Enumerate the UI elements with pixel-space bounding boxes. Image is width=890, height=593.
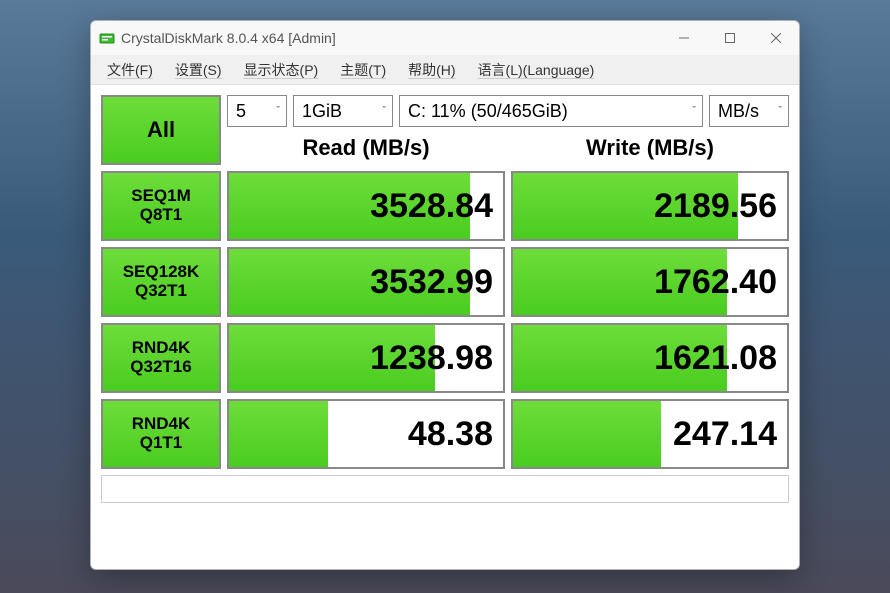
window-title: CrystalDiskMark 8.0.4 x64 [Admin]	[121, 30, 661, 46]
chevron-down-icon: ˇ	[778, 105, 782, 117]
test-button-2[interactable]: RND4KQ32T16	[101, 323, 221, 393]
menu-file[interactable]: 文件(F)	[99, 56, 161, 84]
unit-value: MB/s	[718, 101, 759, 122]
test-label-line1: SEQ128K	[123, 263, 200, 282]
result-value: 1762.40	[654, 263, 777, 302]
result-value: 3532.99	[370, 263, 493, 302]
chevron-down-icon: ˇ	[382, 105, 386, 117]
result-read-0: 3528.84	[227, 171, 505, 241]
test-label-line2: Q8T1	[140, 206, 183, 225]
result-value: 1621.08	[654, 339, 777, 378]
test-count-value: 5	[236, 101, 246, 122]
menu-language[interactable]: 语言(L)(Language)	[470, 56, 603, 84]
result-read-2: 1238.98	[227, 323, 505, 393]
test-button-0[interactable]: SEQ1MQ8T1	[101, 171, 221, 241]
status-bar	[101, 475, 789, 503]
result-write-2: 1621.08	[511, 323, 789, 393]
content-area: All 5 ˇ 1GiB ˇ C: 11% (50/465GiB) ˇ	[91, 85, 799, 569]
titlebar: CrystalDiskMark 8.0.4 x64 [Admin]	[91, 21, 799, 55]
result-bar	[229, 401, 328, 467]
target-drive-select[interactable]: C: 11% (50/465GiB) ˇ	[399, 95, 703, 127]
minimize-button[interactable]	[661, 21, 707, 55]
close-button[interactable]	[753, 21, 799, 55]
result-read-3: 48.38	[227, 399, 505, 469]
test-button-1[interactable]: SEQ128KQ32T1	[101, 247, 221, 317]
result-value: 247.14	[673, 415, 777, 454]
test-count-select[interactable]: 5 ˇ	[227, 95, 287, 127]
window-controls	[661, 21, 799, 55]
test-label-line1: RND4K	[132, 415, 191, 434]
test-size-select[interactable]: 1GiB ˇ	[293, 95, 393, 127]
test-label-line2: Q32T1	[135, 282, 187, 301]
run-all-label: All	[147, 117, 175, 143]
menu-theme[interactable]: 主题(T)	[332, 56, 394, 84]
result-value: 48.38	[408, 415, 493, 454]
result-value: 3528.84	[370, 187, 493, 226]
result-write-0: 2189.56	[511, 171, 789, 241]
target-drive-value: C: 11% (50/465GiB)	[408, 101, 568, 122]
test-label-line2: Q1T1	[140, 434, 183, 453]
result-read-1: 3532.99	[227, 247, 505, 317]
result-value: 2189.56	[654, 187, 777, 226]
app-window: CrystalDiskMark 8.0.4 x64 [Admin] 文件(F) …	[90, 20, 800, 570]
menu-settings[interactable]: 设置(S)	[167, 56, 230, 84]
run-all-button[interactable]: All	[101, 95, 221, 165]
test-button-3[interactable]: RND4KQ1T1	[101, 399, 221, 469]
unit-select[interactable]: MB/s ˇ	[709, 95, 789, 127]
controls-row: All 5 ˇ 1GiB ˇ C: 11% (50/465GiB) ˇ	[101, 95, 789, 165]
test-label-line2: Q32T16	[130, 358, 191, 377]
result-bar	[513, 401, 661, 467]
test-label-line1: RND4K	[132, 339, 191, 358]
test-size-value: 1GiB	[302, 101, 342, 122]
menu-help[interactable]: 帮助(H)	[400, 56, 463, 84]
results-grid: SEQ1MQ8T1 3528.84 2189.56 SEQ128KQ32T1 3532.…	[101, 171, 789, 469]
menu-show-state[interactable]: 显示状态(P)	[236, 56, 327, 84]
chevron-down-icon: ˇ	[692, 105, 696, 117]
result-value: 1238.98	[370, 339, 493, 378]
header-read: Read (MB/s)	[227, 135, 505, 161]
result-write-1: 1762.40	[511, 247, 789, 317]
test-label-line1: SEQ1M	[131, 187, 191, 206]
menubar: 文件(F) 设置(S) 显示状态(P) 主题(T) 帮助(H) 语言(L)(La…	[91, 55, 799, 85]
app-icon	[99, 30, 115, 46]
maximize-button[interactable]	[707, 21, 753, 55]
header-write: Write (MB/s)	[511, 135, 789, 161]
result-write-3: 247.14	[511, 399, 789, 469]
chevron-down-icon: ˇ	[276, 105, 280, 117]
